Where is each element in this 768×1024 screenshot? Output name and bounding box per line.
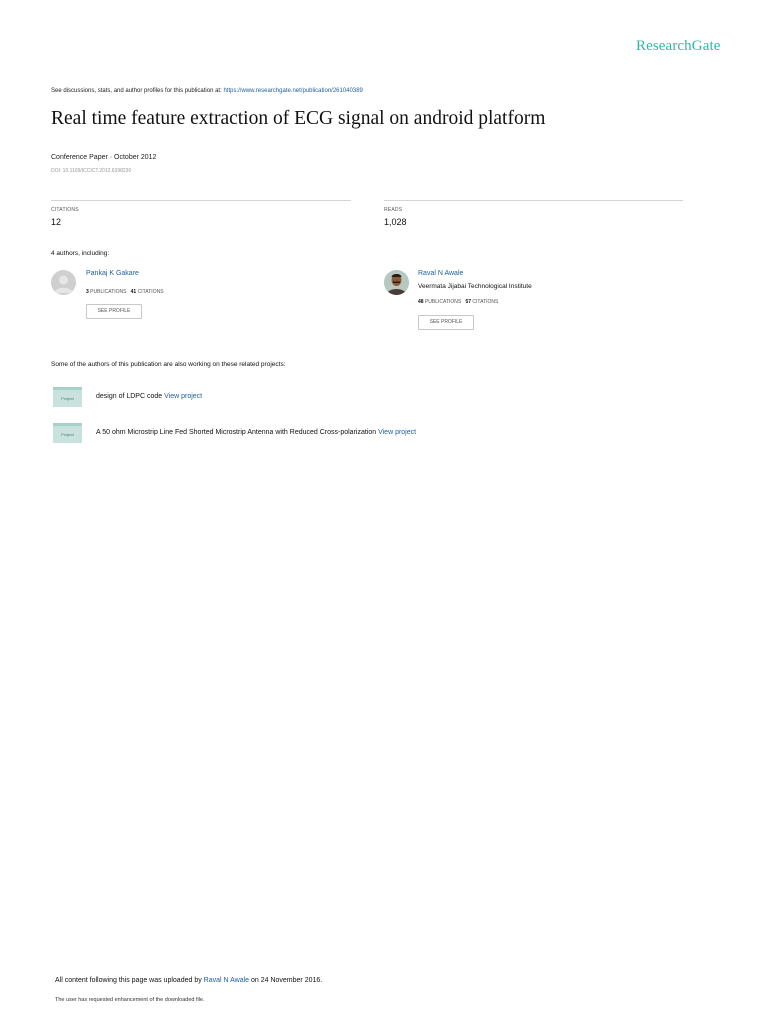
author-2-avatar[interactable] <box>384 270 409 295</box>
author-1-citations-count: 41 <box>130 289 137 295</box>
project-2-view-link[interactable]: View project <box>378 429 416 436</box>
author-2-citations-label: CITATIONS <box>472 299 499 305</box>
citations-label: CITATIONS <box>51 207 79 213</box>
paper-type-date: Conference Paper · October 2012 <box>51 154 157 161</box>
reads-divider <box>384 200 683 201</box>
author-2-publications-label: PUBLICATIONS <box>424 299 462 305</box>
uploaded-suffix: on 24 November 2016. <box>249 977 323 984</box>
author-1-see-profile-button[interactable]: SEE PROFILE <box>86 304 142 319</box>
enhancement-note: The user has requested enhancement of th… <box>55 997 205 1003</box>
related-projects-label: Some of the authors of this publication … <box>51 361 286 368</box>
paper-doi: DOI: 10.1109/ICCICT.2012.6398230 <box>51 168 132 174</box>
author-2-see-profile-button[interactable]: SEE PROFILE <box>418 315 474 330</box>
author-2-institution: Veermata Jijabai Technological Institute <box>418 283 532 290</box>
publication-url-link[interactable]: https://www.researchgate.net/publication… <box>223 88 362 94</box>
project-2-folder-icon: Project <box>53 423 82 443</box>
uploaded-notice: All content following this page was uplo… <box>55 977 322 984</box>
project-1: design of LDPC code View project <box>96 393 202 400</box>
author-1-publications-label: PUBLICATIONS <box>90 289 127 295</box>
author-1-name-link[interactable]: Pankaj K Gakare <box>86 270 139 277</box>
author-1-avatar[interactable] <box>51 270 76 295</box>
project-2-title: A 50 ohm Microstrip Line Fed Shorted Mic… <box>96 429 379 436</box>
project-1-folder-icon: Project <box>53 387 82 407</box>
paper-title: Real time feature extraction of ECG sign… <box>51 108 546 129</box>
authors-label: 4 authors, including: <box>51 250 110 257</box>
discussion-prefix: See discussions, stats, and author profi… <box>51 88 224 94</box>
reads-label: READS <box>384 207 403 213</box>
project-2: A 50 ohm Microstrip Line Fed Shorted Mic… <box>96 429 416 436</box>
default-user-icon <box>54 275 73 293</box>
author-2-stats: 48 PUBLICATIONS 57 CITATIONS <box>418 299 498 305</box>
project-1-title: design of LDPC code <box>96 393 165 400</box>
discussion-notice: See discussions, stats, and author profi… <box>51 88 363 94</box>
project-1-view-link[interactable]: View project <box>164 393 202 400</box>
author-1-citations-label: CITATIONS <box>137 289 164 295</box>
uploaded-prefix: All content following this page was uplo… <box>55 977 204 984</box>
author-1-stats: 3 PUBLICATIONS 41 CITATIONS <box>86 289 164 295</box>
author-2-name-link[interactable]: Raval N Awale <box>418 270 463 277</box>
author-1-publications-count: 3 <box>86 289 89 295</box>
citations-divider <box>51 200 351 201</box>
author-2-publications-count: 48 <box>418 299 424 305</box>
citations-value: 12 <box>51 217 62 227</box>
reads-value: 1,028 <box>384 217 407 227</box>
researchgate-logo[interactable]: ResearchGate <box>636 38 720 55</box>
author-2-citations-count: 57 <box>465 299 471 305</box>
uploader-link[interactable]: Raval N Awale <box>204 977 249 984</box>
author-photo-icon <box>384 270 409 295</box>
